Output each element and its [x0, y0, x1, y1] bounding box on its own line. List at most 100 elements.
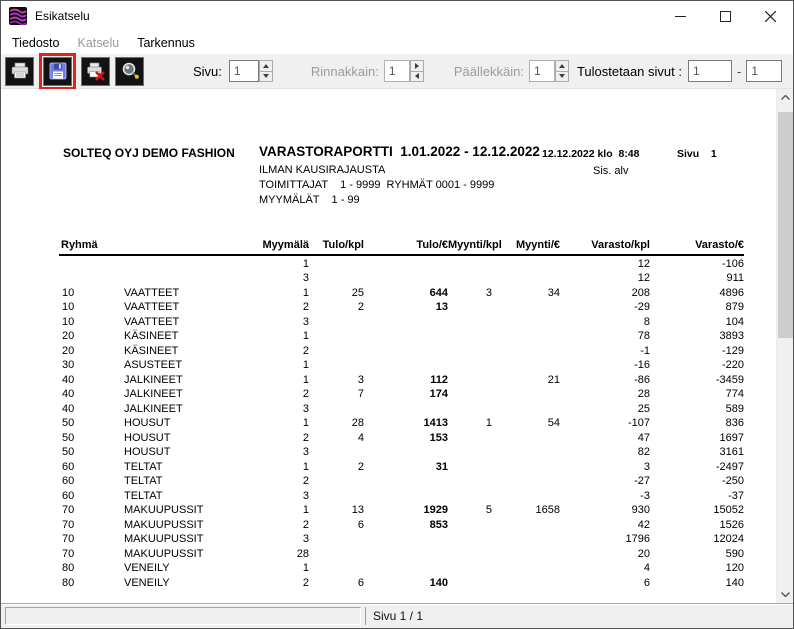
cell-sales-qty: [448, 473, 492, 488]
cell-store: 1: [253, 371, 309, 386]
cell-group-number: 10: [59, 284, 121, 299]
page-spin-down-button[interactable]: [259, 72, 273, 83]
page-spinner-input[interactable]: [229, 60, 259, 82]
report-page-number: Sivu 1: [677, 148, 717, 160]
cell-group-number: 60: [59, 458, 121, 473]
overlap-spinner-input: [529, 60, 555, 82]
cell-group-number: 30: [59, 357, 121, 372]
arrow-right-icon: [415, 63, 419, 69]
cell-inflow-qty: [309, 342, 364, 357]
cell-inflow-qty: [309, 270, 364, 285]
cell-inflow-eur: [364, 531, 448, 546]
print-range-from-input[interactable]: [688, 60, 732, 82]
cell-inflow-qty: [309, 444, 364, 459]
cell-inflow-eur: [364, 313, 448, 328]
cell-sales-qty: [448, 386, 492, 401]
table-row: 10 VAATTEET 1 25 644 3 34 208 4896: [59, 284, 744, 299]
cell-sales-eur: [492, 357, 560, 372]
cell-inflow-qty: [309, 400, 364, 415]
close-icon: [765, 11, 776, 22]
cell-stock-eur: 836: [650, 415, 744, 430]
cell-inflow-eur: [364, 545, 448, 560]
menu-item-tiedosto[interactable]: Tiedosto: [3, 33, 68, 53]
cell-sales-eur: [492, 531, 560, 546]
cell-stock-eur: 911: [650, 270, 744, 285]
scroll-up-button[interactable]: [777, 89, 793, 106]
cell-store: 1: [253, 284, 309, 299]
table-row: 70 MAKUUPUSSIT 28 20 590: [59, 545, 744, 560]
cancel-print-button[interactable]: [81, 57, 110, 86]
titlebar: Esikatselu: [1, 1, 793, 31]
cell-store: 2: [253, 342, 309, 357]
save-floppy-icon: [48, 61, 68, 81]
cell-sales-qty: [448, 357, 492, 372]
column-header: Myynti/€: [492, 239, 560, 255]
overlap-spin-down-button: [555, 72, 569, 83]
cell-stock-eur: -250: [650, 473, 744, 488]
cell-sales-qty: [448, 516, 492, 531]
cell-inflow-qty: [309, 328, 364, 343]
cell-inflow-eur: [364, 487, 448, 502]
page-spin-up-button[interactable]: [259, 60, 273, 72]
cell-stock-qty: 12: [560, 270, 650, 285]
cell-group-number: 70: [59, 531, 121, 546]
cell-sales-qty: [448, 531, 492, 546]
maximize-button[interactable]: [703, 1, 748, 31]
cell-stock-eur: 590: [650, 545, 744, 560]
cell-stock-eur: 104: [650, 313, 744, 328]
report-table-header-row: Ryhmä Myymälä Tulo/kpl Tulo/€ Myynti/kpl…: [59, 239, 744, 255]
cell-group-name: VENEILY: [121, 574, 253, 589]
cell-group-number: 80: [59, 574, 121, 589]
close-button[interactable]: [748, 1, 793, 31]
cell-stock-qty: 82: [560, 444, 650, 459]
cell-sales-eur: [492, 487, 560, 502]
save-button[interactable]: [43, 57, 72, 86]
cell-inflow-eur: 1929: [364, 502, 448, 517]
cell-stock-qty: 8: [560, 313, 650, 328]
cell-stock-qty: -27: [560, 473, 650, 488]
chevron-down-icon: [781, 592, 790, 597]
arrow-left-icon: [415, 73, 419, 79]
zoom-button[interactable]: [115, 57, 144, 86]
vertical-scrollbar[interactable]: [776, 89, 793, 603]
cell-store: 1: [253, 502, 309, 517]
cell-group-name: TELTAT: [121, 473, 253, 488]
cell-inflow-eur: 174: [364, 386, 448, 401]
print-button[interactable]: [5, 57, 34, 86]
cell-store: 3: [253, 270, 309, 285]
report-company: SOLTEQ OYJ DEMO FASHION: [63, 146, 235, 160]
cell-store: 3: [253, 400, 309, 415]
printer-icon: [10, 61, 30, 81]
cell-inflow-eur: 112: [364, 371, 448, 386]
page-spinner-label: Sivu:: [193, 64, 222, 79]
scroll-down-button[interactable]: [777, 586, 793, 603]
scrollbar-thumb[interactable]: [778, 112, 793, 338]
window-title: Esikatselu: [35, 9, 658, 23]
cell-sales-qty: [448, 487, 492, 502]
cell-inflow-eur: 644: [364, 284, 448, 299]
cell-group-name: JALKINEET: [121, 371, 253, 386]
range-separator: -: [737, 64, 741, 79]
cell-group-name: VAATTEET: [121, 284, 253, 299]
minimize-button[interactable]: [658, 1, 703, 31]
table-row: 70 MAKUUPUSSIT 3 1796 12024: [59, 531, 744, 546]
table-row: 10 VAATTEET 2 2 13 -29 879: [59, 299, 744, 314]
cell-inflow-eur: 853: [364, 516, 448, 531]
cell-stock-qty: -86: [560, 371, 650, 386]
column-header: Varasto/kpl: [560, 239, 650, 255]
cell-inflow-qty: 7: [309, 386, 364, 401]
overlap-spin-up-button: [555, 60, 569, 72]
cell-stock-qty: 6: [560, 574, 650, 589]
cell-group-number: 20: [59, 328, 121, 343]
menu-item-tarkennus[interactable]: Tarkennus: [128, 33, 204, 53]
cell-sales-qty: [448, 400, 492, 415]
cell-inflow-qty: [309, 255, 364, 270]
parallel-spin-next-button: [410, 60, 424, 72]
cell-stock-eur: -220: [650, 357, 744, 372]
report-filter-line: MYYMÄLÄT 1 - 99: [259, 194, 360, 206]
table-row: 80 VENEILY 2 6 140 6 140: [59, 574, 744, 589]
cell-stock-qty: 930: [560, 502, 650, 517]
print-range-to-input[interactable]: [746, 60, 782, 82]
window-controls: [658, 1, 793, 31]
cell-group-name: TELTAT: [121, 458, 253, 473]
